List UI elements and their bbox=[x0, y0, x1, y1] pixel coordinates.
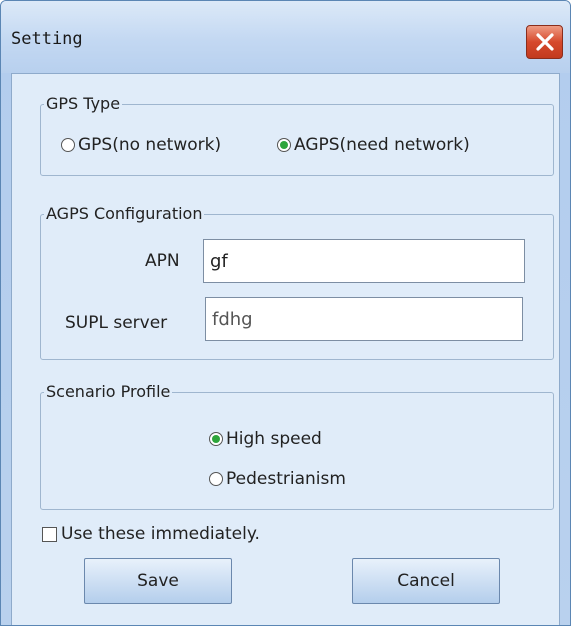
radio-label: GPS(no network) bbox=[78, 135, 222, 155]
close-button[interactable] bbox=[526, 25, 563, 59]
save-button[interactable]: Save bbox=[84, 558, 232, 604]
radio-high-speed[interactable]: High speed bbox=[209, 429, 322, 449]
supl-server-field[interactable] bbox=[205, 297, 523, 341]
radio-button[interactable] bbox=[209, 432, 223, 446]
agps-config-legend: AGPS Configuration bbox=[44, 204, 205, 224]
radio-label: AGPS(need network) bbox=[294, 135, 470, 155]
radio-button[interactable] bbox=[209, 472, 223, 486]
radio-button[interactable] bbox=[61, 138, 75, 152]
agps-config-group: AGPS Configuration APN SUPL server bbox=[40, 204, 554, 360]
close-icon bbox=[536, 33, 554, 51]
window-title: Setting bbox=[11, 29, 83, 49]
use-immediately-label: Use these immediately. bbox=[61, 524, 260, 544]
radio-label: High speed bbox=[226, 429, 322, 449]
apn-label: APN bbox=[145, 251, 180, 271]
radio-gps-no-network[interactable]: GPS(no network) bbox=[61, 135, 221, 155]
cancel-button[interactable]: Cancel bbox=[352, 558, 500, 604]
settings-dialog: Setting GPS Type GPS(no network) AGPS(ne… bbox=[0, 0, 571, 626]
radio-pedestrianism[interactable]: Pedestrianism bbox=[209, 469, 346, 489]
use-immediately-checkbox-row[interactable]: Use these immediately. bbox=[42, 524, 260, 544]
gps-type-group: GPS Type GPS(no network) AGPS(need netwo… bbox=[40, 94, 554, 176]
use-immediately-checkbox[interactable] bbox=[42, 526, 57, 542]
gps-type-legend: GPS Type bbox=[44, 94, 123, 114]
scenario-profile-group: Scenario Profile High speed Pedestrianis… bbox=[40, 382, 554, 510]
scenario-profile-legend: Scenario Profile bbox=[44, 382, 173, 402]
apn-field[interactable] bbox=[203, 239, 525, 283]
radio-agps-need-network[interactable]: AGPS(need network) bbox=[277, 135, 470, 155]
title-bar[interactable]: Setting bbox=[1, 1, 570, 73]
radio-label: Pedestrianism bbox=[226, 469, 346, 489]
radio-button[interactable] bbox=[277, 138, 291, 152]
dialog-body: GPS Type GPS(no network) AGPS(need netwo… bbox=[11, 73, 560, 625]
supl-server-label: SUPL server bbox=[65, 313, 168, 333]
